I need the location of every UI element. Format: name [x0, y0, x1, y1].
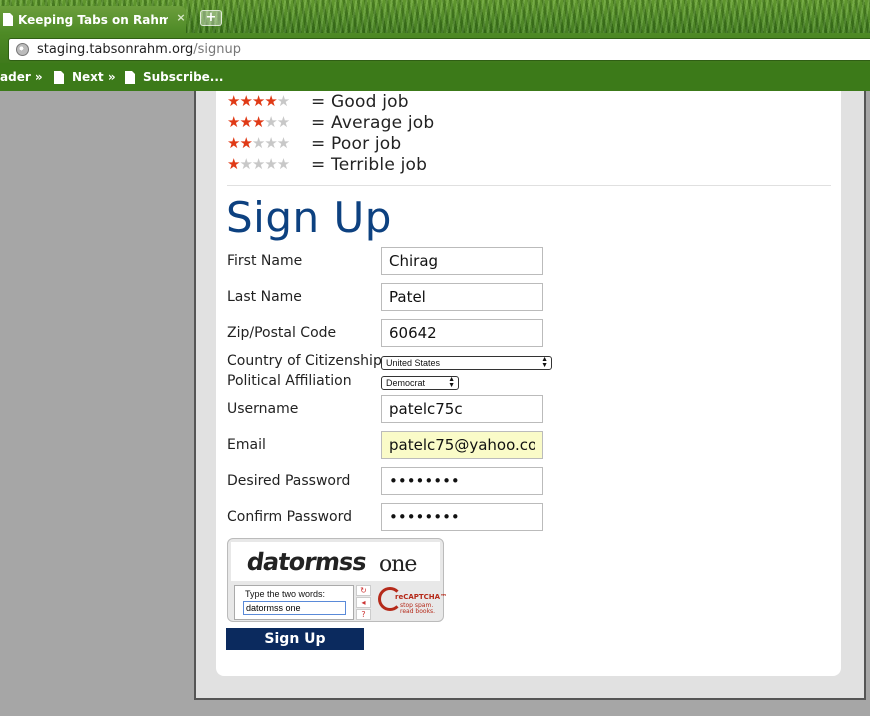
url-field[interactable]: staging.tabsonrahm.org/signup [8, 38, 870, 61]
rating-row-terrible: ★★★★★ = Terrible job [227, 154, 434, 175]
first-name-field[interactable] [381, 247, 543, 275]
star-rating-icon: ★★★★★ [227, 113, 290, 131]
country-value: United States [386, 358, 441, 368]
username-label: Username [227, 401, 299, 417]
captcha-widget: datormss one Type the two words: ↻ ◂ ? r… [227, 538, 447, 622]
star-rating-icon: ★★★★★ [227, 92, 290, 110]
username-field[interactable] [381, 395, 543, 423]
divider [227, 185, 831, 186]
page-icon [3, 13, 13, 26]
last-name-field[interactable] [381, 283, 543, 311]
captcha-word-1: datormss [245, 548, 368, 576]
affiliation-value: Democrat [386, 378, 426, 388]
bookmark-reader[interactable]: ader » [0, 70, 43, 84]
password-label: Desired Password [227, 473, 351, 489]
country-select[interactable]: United States ▲ ▼ [381, 356, 552, 370]
password-field[interactable] [381, 467, 543, 495]
chevron-updown-icon: ▲ ▼ [448, 376, 455, 389]
captcha-word-2: one [379, 552, 417, 577]
zip-field[interactable] [381, 319, 543, 347]
rating-label: = Good job [311, 91, 409, 112]
bookmark-label: ader » [0, 70, 43, 84]
bookmark-label: Subscribe... [143, 70, 224, 84]
close-icon[interactable]: × [175, 12, 187, 24]
rating-legend: ★★★★★ = Good job ★★★★★ = Average job ★★★… [227, 91, 434, 175]
rating-label: = Average job [311, 112, 435, 133]
rating-label: = Poor job [311, 133, 402, 154]
rating-row-good: ★★★★★ = Good job [227, 91, 434, 112]
email-field[interactable] [381, 431, 543, 459]
refresh-icon[interactable]: ↻ [356, 585, 371, 596]
bookmark-subscribe[interactable]: Subscribe... [125, 70, 223, 84]
star-rating-icon: ★★★★★ [227, 155, 290, 173]
zip-label: Zip/Postal Code [227, 325, 337, 341]
rating-row-poor: ★★★★★ = Poor job [227, 133, 434, 154]
rating-label: = Terrible job [311, 154, 428, 175]
affiliation-select[interactable]: Democrat ▲ ▼ [381, 376, 459, 390]
page-icon [54, 70, 64, 84]
confirm-password-label: Confirm Password [227, 509, 353, 525]
confirm-password-field[interactable] [381, 503, 543, 531]
url-path: /signup [193, 42, 242, 57]
captcha-controls: ↻ ◂ ? [356, 585, 373, 620]
bookmarks-bar: ader » Next » Subscribe... [0, 63, 870, 91]
star-rating-icon: ★★★★★ [227, 134, 290, 152]
tab-title: Keeping Tabs on Rahm – A [18, 12, 168, 27]
last-name-label: Last Name [227, 289, 302, 305]
new-tab-button[interactable]: + [200, 10, 222, 26]
country-label: Country of Citizenship [227, 353, 382, 369]
rating-row-average: ★★★★★ = Average job [227, 112, 434, 133]
captcha-input[interactable] [243, 601, 346, 615]
captcha-response-box: Type the two words: [234, 585, 354, 620]
browser-tab[interactable]: Keeping Tabs on Rahm – A × [0, 6, 186, 33]
email-label: Email [227, 437, 266, 453]
page-icon [125, 70, 135, 84]
globe-icon [16, 43, 29, 56]
captcha-image: datormss one [231, 542, 440, 581]
audio-icon[interactable]: ◂ [356, 597, 371, 608]
first-name-label: First Name [227, 253, 303, 269]
browser-titlebar: Keeping Tabs on Rahm – A × + [0, 0, 870, 33]
captcha-prompt: Type the two words: [245, 589, 326, 599]
sign-up-button[interactable]: Sign Up [226, 628, 364, 650]
affiliation-label: Political Affiliation [227, 373, 352, 389]
bookmark-label: Next » [72, 70, 116, 84]
address-bar: staging.tabsonrahm.org/signup [0, 33, 870, 63]
url-host: staging.tabsonrahm.org [37, 42, 194, 57]
page-title: Sign Up [226, 193, 392, 242]
bookmark-next[interactable]: Next » [54, 70, 116, 84]
recaptcha-logo: reCAPTCHA™ stop spam. read books. [376, 585, 447, 618]
chevron-updown-icon: ▲ ▼ [541, 356, 548, 369]
help-icon[interactable]: ? [356, 609, 371, 620]
